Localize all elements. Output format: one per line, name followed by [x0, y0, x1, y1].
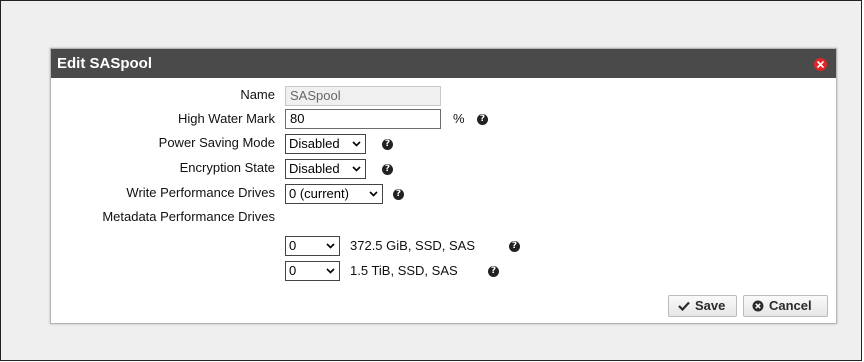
metadata-drive-select-2[interactable]: 0 [285, 261, 340, 281]
close-icon[interactable] [814, 58, 827, 71]
cancel-button[interactable]: Cancel [743, 295, 828, 317]
name-label: Name [240, 87, 275, 102]
chevron-down-icon [326, 243, 335, 249]
metadata-drive-description-2: 1.5 TiB, SSD, SAS [350, 263, 458, 278]
dialog-titlebar: Edit SASpool [51, 49, 836, 78]
encryption-state-select[interactable]: Disabled [285, 159, 366, 179]
save-button[interactable]: Save [668, 295, 737, 317]
metadata-drive-value-1: 0 [289, 238, 297, 253]
metadata-drive-help-icon-1[interactable]: ? [509, 241, 520, 252]
high-water-mark-label: High Water Mark [177, 111, 275, 126]
metadata-drive-select-1[interactable]: 0 [285, 236, 340, 256]
high-water-mark-input[interactable]: 80 [285, 109, 441, 129]
edit-pool-dialog: Edit SASpool Name SASpool High Water Mar… [50, 48, 837, 324]
chevron-down-icon [326, 268, 335, 274]
metadata-drive-value-2: 0 [289, 263, 297, 278]
cancel-circle-icon [752, 300, 764, 312]
chevron-down-icon [369, 191, 378, 197]
save-button-label: Save [695, 298, 726, 313]
write-performance-drives-help-icon[interactable]: ? [393, 189, 404, 200]
cancel-button-label: Cancel [769, 298, 812, 313]
power-saving-mode-help-icon[interactable]: ? [382, 139, 393, 150]
high-water-mark-help-icon[interactable]: ? [477, 114, 488, 125]
power-saving-mode-select[interactable]: Disabled [285, 134, 366, 154]
write-performance-drives-value: 0 (current) [289, 186, 349, 201]
write-performance-drives-select[interactable]: 0 (current) [285, 184, 383, 204]
dialog-title: Edit SASpool [57, 55, 152, 72]
encryption-state-value: Disabled [289, 161, 340, 176]
encryption-state-label: Encryption State [179, 160, 275, 175]
chevron-down-icon [352, 141, 361, 147]
power-saving-mode-label: Power Saving Mode [158, 135, 275, 150]
metadata-drive-help-icon-2[interactable]: ? [488, 266, 499, 277]
power-saving-mode-value: Disabled [289, 136, 340, 151]
chevron-down-icon [352, 166, 361, 172]
checkmark-icon [678, 301, 690, 311]
encryption-state-help-icon[interactable]: ? [382, 164, 393, 175]
metadata-drive-description-1: 372.5 GiB, SSD, SAS [350, 238, 476, 253]
screen: Edit SASpool Name SASpool High Water Mar… [0, 0, 864, 362]
name-field: SASpool [285, 86, 441, 106]
write-performance-drives-label: Write Performance Drives [126, 185, 275, 200]
metadata-performance-drives-label: Metadata Performance Drives [102, 209, 275, 224]
percent-unit: % [453, 111, 465, 126]
